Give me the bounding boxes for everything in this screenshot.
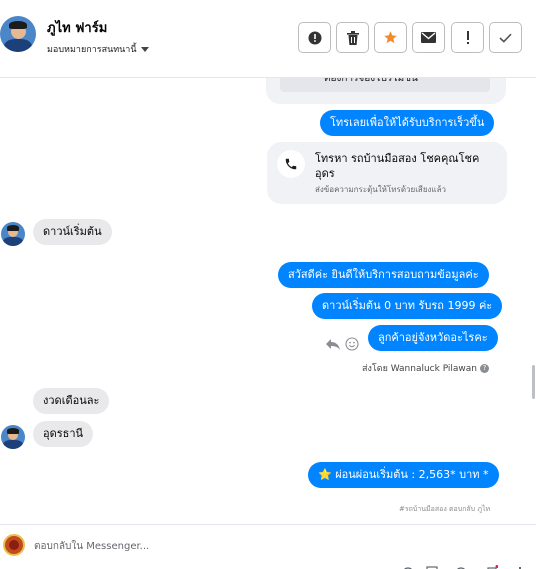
call-card-subtitle: ส่งข้อความกระตุ้นให้โทรด้วยเสียงแล้ว: [315, 185, 446, 194]
promo-button-label: ต้องการจองโปรโมชั่น: [324, 78, 418, 84]
check-icon: [499, 33, 512, 43]
contact-avatar[interactable]: [1, 425, 25, 449]
exclamation-icon: [466, 30, 469, 44]
message-incoming[interactable]: งวดเดือนละ: [33, 388, 110, 414]
star-icon: [384, 31, 397, 44]
message-outgoing[interactable]: ดาวน์เริ่มต้น 0 บาท รับรถ 1999 ค่ะ: [312, 293, 503, 319]
message-outgoing[interactable]: โทรเลยเพื่อให้ได้รับบริการเร็วขึ้น: [320, 110, 495, 136]
saved-replies-icon[interactable]: [486, 565, 498, 569]
message-outgoing[interactable]: สวัสดีค่ะ ยินดีให้บริการสอบถามข้อมูลค่ะ: [278, 262, 489, 288]
image-icon[interactable]: [426, 565, 438, 569]
reply-footnote: #รถบ้านมือสอง ตอบกลับ ภูไท: [399, 505, 491, 513]
call-card-title: โทรหา รถบ้านมือสอง โชคคุณโชคอุดร: [315, 152, 480, 180]
scrollbar-thumb[interactable]: [532, 365, 535, 399]
contact-avatar[interactable]: [1, 222, 25, 246]
message-incoming[interactable]: อุดรธานี: [33, 421, 94, 447]
envelope-icon: [421, 32, 436, 43]
reply-input[interactable]: ตอบกลับใน Messenger...: [34, 539, 149, 554]
reply-icon[interactable]: [325, 337, 341, 351]
phone-icon: [277, 150, 305, 178]
message-outgoing[interactable]: ⭐ ผ่อนผ่อนเริ่มต้น : 2,563* บาท *: [308, 462, 499, 488]
conversation-header: ภูไท ฟาร์ม มอบหมายการสนทนานี้: [0, 0, 536, 78]
alert-circle-icon: [308, 31, 321, 44]
gif-icon[interactable]: [455, 565, 467, 569]
page-logo: [3, 534, 25, 556]
mark-unread-button[interactable]: [412, 22, 445, 53]
done-button[interactable]: [489, 22, 522, 53]
call-request-card[interactable]: โทรหา รถบ้านมือสอง โชคคุณโชคอุดร ส่งข้อค…: [267, 142, 507, 204]
promo-card-bottom: ต้องการจองโปรโมชั่น: [266, 78, 506, 104]
star-button[interactable]: [374, 22, 407, 53]
report-button[interactable]: [298, 22, 331, 53]
assign-conversation-dropdown[interactable]: มอบหมายการสนทนานี้: [47, 42, 149, 56]
composer: ตอบกลับใน Messenger...: [0, 524, 536, 569]
message-incoming[interactable]: ดาวน์เริ่มต้น: [33, 219, 112, 245]
contact-avatar[interactable]: [0, 16, 36, 52]
delete-button[interactable]: [336, 22, 369, 53]
message-outgoing[interactable]: ลูกค้าอยู่จังหวัดอะไรคะ: [368, 325, 498, 351]
sent-by-label: ส่งโดย Wannaluck Pilawan?: [362, 361, 490, 375]
chevron-down-icon: [140, 47, 149, 52]
trash-icon: [346, 30, 359, 45]
sent-by-text: ส่งโดย Wannaluck Pilawan: [362, 364, 478, 374]
more-icon[interactable]: [514, 565, 526, 569]
promo-button[interactable]: ต้องการจองโปรโมชั่น: [280, 78, 490, 92]
spam-button[interactable]: [451, 22, 484, 53]
smiley-icon[interactable]: [345, 337, 359, 351]
assign-label: มอบหมายการสนทนานี้: [47, 45, 137, 55]
info-icon[interactable]: ?: [480, 364, 490, 373]
contact-name[interactable]: ภูไท ฟาร์ม: [47, 17, 107, 38]
emoji-icon[interactable]: [402, 565, 414, 569]
